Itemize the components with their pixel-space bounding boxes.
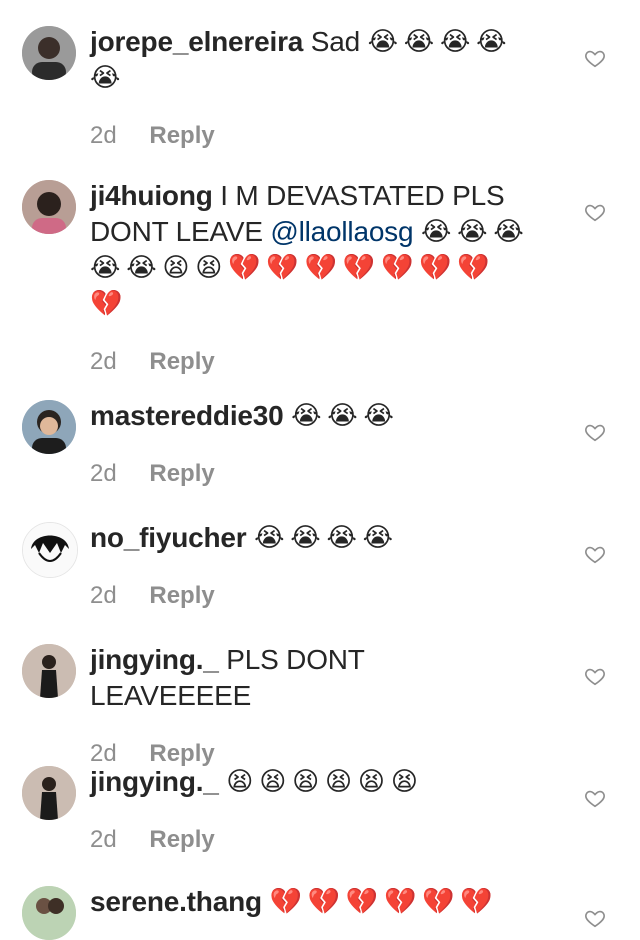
- mention-link[interactable]: @llaollaosg: [270, 216, 413, 247]
- comment-timestamp: 2d: [90, 582, 117, 609]
- crying-emoji-icon: 😭: [457, 217, 488, 247]
- comment-text: serene.thang 💔 💔 💔 💔 💔 💔: [90, 884, 530, 920]
- tired-emoji-icon: 😫: [259, 767, 287, 797]
- crying-emoji-icon: 😭: [90, 63, 121, 93]
- reply-button[interactable]: Reply: [149, 460, 214, 487]
- like-heart-icon[interactable]: [584, 47, 606, 69]
- like-heart-icon[interactable]: [584, 201, 606, 223]
- crying-emoji-icon: 😭: [254, 523, 285, 553]
- comment-meta: 2d Reply: [90, 122, 530, 150]
- crying-emoji-icon: 😭: [90, 253, 121, 283]
- broken-heart-icon: 💔: [228, 253, 261, 283]
- comment-username[interactable]: ji4huiong: [90, 180, 213, 211]
- crying-emoji-icon: 😭: [476, 27, 507, 57]
- tired-emoji-icon: 😫: [357, 767, 385, 797]
- crying-emoji-icon: 😭: [493, 217, 524, 247]
- tired-emoji-icon: 😫: [292, 767, 319, 797]
- comment-timestamp: 2d: [90, 348, 117, 375]
- crying-emoji-icon: 😭: [403, 27, 434, 57]
- crying-emoji-icon: 😭: [290, 523, 321, 553]
- broken-heart-icon: 💔: [269, 887, 302, 917]
- crying-emoji-icon: 😭: [362, 523, 393, 553]
- tired-emoji-icon: 😫: [325, 767, 352, 797]
- crying-emoji-icon: 😭: [327, 401, 358, 431]
- broken-heart-icon: 💔: [304, 253, 337, 283]
- like-heart-icon[interactable]: [584, 421, 606, 443]
- comment-username[interactable]: no_fiyucher: [90, 522, 247, 553]
- comment-meta: 2d Reply: [90, 826, 530, 854]
- comment-message: Sad: [310, 26, 360, 57]
- tired-emoji-icon: 😫: [162, 253, 190, 283]
- like-heart-icon[interactable]: [584, 787, 606, 809]
- comment-meta: 2d Reply: [90, 582, 530, 610]
- broken-heart-icon: 💔: [266, 253, 299, 283]
- broken-heart-icon: 💔: [342, 253, 375, 283]
- tired-emoji-icon: 😫: [390, 767, 418, 797]
- comment-username[interactable]: jorepe_elnereira: [90, 26, 303, 57]
- broken-heart-icon: 💔: [457, 253, 490, 283]
- broken-heart-icon: 💔: [460, 887, 493, 917]
- comment-username[interactable]: mastereddie30: [90, 400, 284, 431]
- reply-button[interactable]: Reply: [149, 122, 214, 149]
- avatar[interactable]: [22, 180, 76, 234]
- comment-username[interactable]: jingying._: [90, 766, 219, 797]
- crying-emoji-icon: 😭: [291, 401, 322, 431]
- avatar[interactable]: [22, 766, 76, 820]
- comment-timestamp: 2d: [90, 740, 117, 767]
- like-heart-icon[interactable]: [584, 907, 606, 929]
- like-heart-icon[interactable]: [584, 543, 606, 565]
- tired-emoji-icon: 😫: [226, 767, 254, 797]
- avatar[interactable]: [22, 886, 76, 940]
- broken-heart-icon: 💔: [380, 253, 414, 283]
- comment-meta: 2d Reply: [90, 460, 530, 488]
- comment-username[interactable]: jingying._: [90, 644, 219, 675]
- reply-button[interactable]: Reply: [149, 826, 214, 853]
- avatar[interactable]: [22, 400, 76, 454]
- crying-emoji-icon: 😭: [126, 253, 157, 283]
- crying-emoji-icon: 😭: [326, 523, 357, 553]
- broken-heart-icon: 💔: [419, 253, 452, 283]
- broken-heart-icon: 💔: [384, 887, 417, 917]
- comment-timestamp: 2d: [90, 460, 117, 487]
- reply-button[interactable]: Reply: [149, 740, 214, 767]
- tired-emoji-icon: 😫: [195, 253, 223, 283]
- comment-text: jorepe_elnereira Sad 😭 😭 😭 😭😭: [90, 24, 530, 96]
- comment-meta: 2d Reply: [90, 348, 530, 376]
- comment-timestamp: 2d: [90, 826, 117, 853]
- comment-text: mastereddie30 😭 😭 😭: [90, 398, 530, 434]
- avatar[interactable]: [22, 644, 76, 698]
- avatar[interactable]: [22, 26, 76, 80]
- crying-emoji-icon: 😭: [420, 217, 452, 247]
- crying-emoji-icon: 😭: [439, 27, 471, 57]
- crying-emoji-icon: 😭: [363, 401, 394, 431]
- like-heart-icon[interactable]: [584, 665, 606, 687]
- comment-timestamp: 2d: [90, 122, 117, 149]
- crying-emoji-icon: 😭: [367, 27, 398, 57]
- broken-heart-icon: 💔: [345, 887, 379, 917]
- comment-username[interactable]: serene.thang: [90, 886, 262, 917]
- comment-text: no_fiyucher 😭 😭 😭 😭: [90, 520, 530, 556]
- reply-button[interactable]: Reply: [149, 348, 214, 375]
- avatar[interactable]: [22, 522, 78, 578]
- comment-text: ji4huiong I M DEVASTATED PLS DONT LEAVE …: [90, 178, 530, 322]
- broken-heart-icon: 💔: [90, 289, 123, 319]
- reply-button[interactable]: Reply: [149, 582, 214, 609]
- broken-heart-icon: 💔: [307, 887, 340, 917]
- comment-text: jingying._ PLS DONT LEAVEEEEE: [90, 642, 530, 714]
- broken-heart-icon: 💔: [422, 887, 455, 917]
- comment-text: jingying._ 😫 😫 😫 😫 😫 😫: [90, 764, 530, 800]
